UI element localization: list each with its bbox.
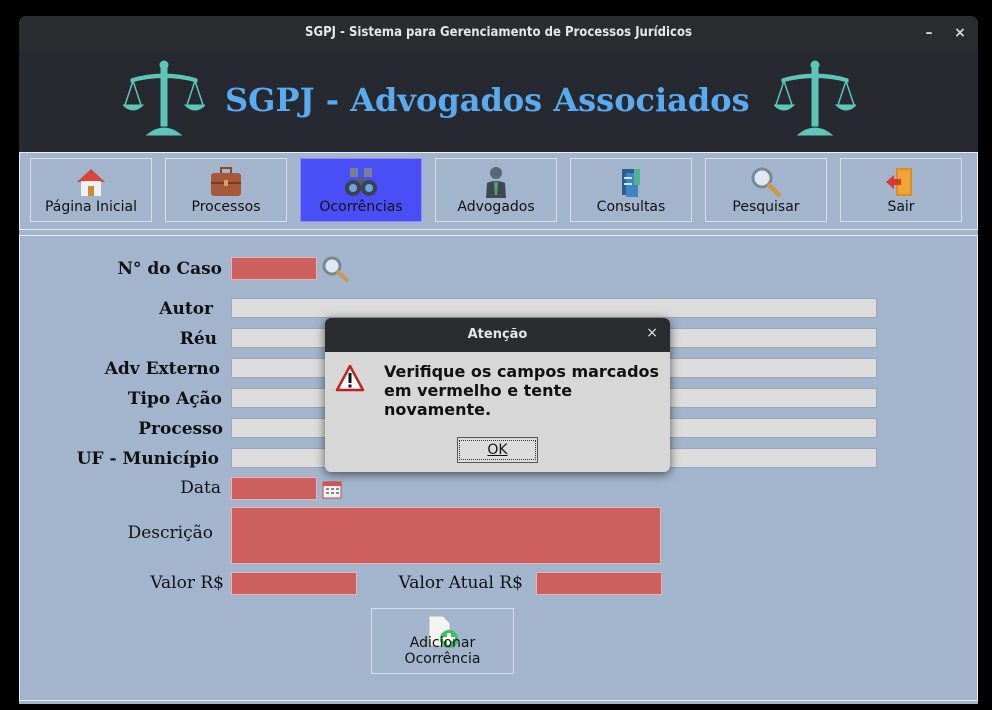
toolbar-sair-label: Sair bbox=[887, 199, 915, 215]
window-title: SGPJ - Sistema para Gerenciamento de Pro… bbox=[305, 25, 692, 40]
autor-input[interactable] bbox=[231, 298, 877, 318]
valor-input[interactable] bbox=[231, 572, 357, 595]
toolbar-home-label: Página Inicial bbox=[44, 199, 138, 215]
exit-door-icon bbox=[886, 168, 912, 196]
valor-atual-label: Valor Atual R$ bbox=[398, 573, 523, 593]
toolbar-pesquisar-label: Pesquisar bbox=[732, 199, 800, 215]
title-bar[interactable]: SGPJ - Sistema para Gerenciamento de Pro… bbox=[19, 16, 978, 51]
valor-label: Valor R$ bbox=[150, 573, 224, 593]
toolbar-pesquisar-button[interactable]: Pesquisar bbox=[705, 158, 827, 222]
toolbar-advogados-label: Advogados bbox=[457, 199, 535, 215]
dialog-message: Verifique os campos marcados em vermelho… bbox=[384, 362, 660, 419]
toolbar-ocorrencias-button[interactable]: Ocorrências bbox=[300, 158, 422, 222]
toolbar-processos-button[interactable]: Processos bbox=[165, 158, 287, 222]
toolbar-consultas-button[interactable]: Consultas bbox=[570, 158, 692, 222]
add-ocorrencia-button[interactable]: Adicionar Ocorrência bbox=[371, 608, 514, 674]
minimize-button[interactable]: – bbox=[919, 23, 939, 43]
app-brand-title: SGPJ - Advogados Associados bbox=[225, 81, 750, 119]
toolbar-sair-button[interactable]: Sair bbox=[840, 158, 962, 222]
toolbar-advogados-button[interactable]: Advogados bbox=[435, 158, 557, 222]
calendar-icon[interactable] bbox=[322, 479, 342, 499]
app-header: SGPJ - Advogados Associados bbox=[19, 51, 978, 167]
descricao-label: Descrição bbox=[127, 523, 213, 543]
data-label: Data bbox=[180, 478, 221, 498]
caso-label: N° do Caso bbox=[117, 259, 222, 279]
reu-label: Réu bbox=[179, 329, 217, 349]
lawyer-icon bbox=[486, 167, 506, 198]
dialog-close-button[interactable]: × bbox=[646, 325, 658, 341]
briefcase-icon bbox=[211, 167, 241, 196]
warning-icon bbox=[335, 364, 365, 392]
uf-municipio-label: UF - Município bbox=[76, 449, 219, 469]
descricao-textarea[interactable] bbox=[231, 507, 661, 564]
tipo-acao-label: Tipo Ação bbox=[127, 389, 222, 409]
toolbar-home-button[interactable]: Página Inicial bbox=[30, 158, 152, 222]
main-toolbar: Página Inicial Processos Ocorrências Adv… bbox=[19, 152, 978, 230]
toolbar-processos-label: Processos bbox=[191, 199, 261, 215]
warning-dialog: Atenção × Verifique os campos marcados e… bbox=[325, 318, 670, 472]
toolbar-consultas-label: Consultas bbox=[596, 199, 666, 215]
ok-button[interactable]: OK bbox=[457, 437, 538, 463]
caso-input[interactable] bbox=[231, 257, 317, 280]
scales-of-justice-icon bbox=[123, 60, 205, 136]
magnifier-icon bbox=[751, 167, 782, 198]
close-button[interactable]: × bbox=[950, 23, 970, 43]
home-icon bbox=[77, 169, 105, 196]
search-case-icon[interactable] bbox=[320, 254, 352, 284]
processo-label: Processo bbox=[138, 419, 223, 439]
scales-of-justice-icon bbox=[774, 60, 856, 136]
binoculars-icon bbox=[345, 168, 377, 196]
adv-externo-label: Adv Externo bbox=[104, 359, 220, 379]
valor-atual-input[interactable] bbox=[536, 572, 662, 595]
autor-label: Autor bbox=[159, 299, 213, 319]
dialog-title: Atenção bbox=[325, 318, 670, 352]
ok-button-label: OK bbox=[459, 440, 536, 460]
toolbar-ocorrencias-label: Ocorrências bbox=[319, 199, 403, 215]
add-ocorrencia-label: Adicionar Ocorrência bbox=[404, 635, 481, 667]
data-input[interactable] bbox=[231, 477, 317, 500]
books-icon bbox=[622, 169, 640, 197]
